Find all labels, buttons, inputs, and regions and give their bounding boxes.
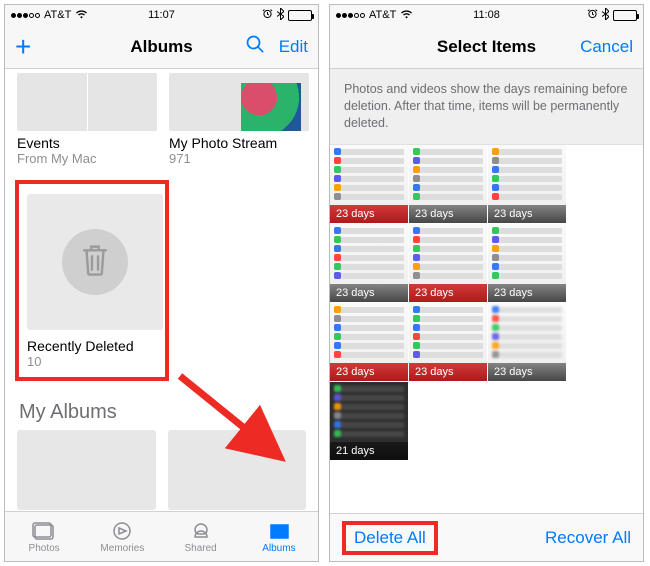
status-time: 11:07: [148, 9, 175, 21]
recover-all-button[interactable]: Recover All: [545, 528, 631, 548]
album-thumb: [17, 73, 157, 131]
my-albums-header: My Albums: [5, 391, 318, 430]
photo-cell[interactable]: 23 days: [488, 303, 566, 381]
carrier-label: AT&T: [44, 9, 71, 21]
wifi-icon: [75, 9, 88, 22]
my-albums-row: [5, 430, 318, 510]
tab-label: Memories: [100, 543, 144, 554]
days-remaining-label: 23 days: [409, 284, 487, 302]
days-remaining-label: 23 days: [330, 205, 408, 223]
tab-shared[interactable]: Shared: [162, 512, 240, 561]
days-remaining-label: 23 days: [409, 205, 487, 223]
photo-cell[interactable]: 23 days: [330, 303, 408, 381]
days-remaining-label: 23 days: [330, 363, 408, 381]
album-subtitle: From My Mac: [17, 151, 157, 166]
bluetooth-icon: [277, 8, 284, 23]
alarm-icon: [262, 8, 273, 22]
album-row-top: Events From My Mac My Photo Stream 971: [5, 69, 318, 174]
recently-deleted-thumb: [27, 194, 163, 330]
nav-bar: Select Items Cancel: [330, 25, 643, 69]
battery-icon: [613, 10, 637, 21]
status-bar: AT&T 11:07: [5, 5, 318, 25]
nav-bar: + Albums Edit: [5, 25, 318, 69]
cancel-button[interactable]: Cancel: [580, 37, 633, 57]
signal-dots-icon: [11, 13, 40, 18]
album-subtitle: 971: [169, 151, 309, 166]
recently-deleted-highlight: Recently Deleted 10: [15, 180, 169, 381]
days-remaining-label: 21 days: [330, 442, 408, 460]
photo-cell[interactable]: 23 days: [330, 224, 408, 302]
photo-cell[interactable]: 23 days: [409, 224, 487, 302]
album-events[interactable]: Events From My Mac: [17, 73, 157, 166]
recently-deleted-title: Recently Deleted: [27, 338, 157, 354]
add-album-button[interactable]: +: [15, 33, 31, 61]
delete-all-highlight: Delete All: [342, 521, 438, 555]
tab-label: Albums: [262, 543, 295, 554]
photo-cell[interactable]: 23 days: [488, 145, 566, 223]
album-placeholder[interactable]: [17, 430, 156, 510]
phone-select-items: AT&T 11:08 Select Items Cancel: [329, 4, 644, 562]
photo-cell[interactable]: 23 days: [409, 145, 487, 223]
alarm-icon: [587, 8, 598, 22]
photo-cell[interactable]: 23 days: [330, 145, 408, 223]
days-remaining-label: 23 days: [488, 363, 566, 381]
status-time: 11:08: [473, 9, 500, 21]
album-title: My Photo Stream: [169, 135, 309, 151]
tab-memories[interactable]: Memories: [83, 512, 161, 561]
status-bar: AT&T 11:08: [330, 5, 643, 25]
recently-deleted-count: 10: [27, 354, 157, 369]
days-remaining-label: 23 days: [488, 284, 566, 302]
tab-albums[interactable]: Albums: [240, 512, 318, 561]
delete-all-button[interactable]: Delete All: [354, 528, 426, 547]
photo-cell[interactable]: 23 days: [488, 224, 566, 302]
info-banner: Photos and videos show the days remainin…: [330, 69, 643, 145]
photo-cell[interactable]: 23 days: [409, 303, 487, 381]
album-photostream[interactable]: My Photo Stream 971: [169, 73, 309, 166]
tab-bar: Photos Memories Shared Albums: [5, 511, 318, 561]
album-thumb: [169, 73, 309, 131]
bottom-toolbar: Delete All Recover All: [330, 513, 643, 561]
nav-title: Albums: [130, 37, 192, 57]
search-button[interactable]: [245, 34, 265, 59]
tab-photos[interactable]: Photos: [5, 512, 83, 561]
carrier-label: AT&T: [369, 9, 396, 21]
edit-button[interactable]: Edit: [279, 37, 308, 57]
photo-grid: 23 days23 days23 days23 days23 days23 da…: [330, 145, 643, 460]
days-remaining-label: 23 days: [330, 284, 408, 302]
album-placeholder[interactable]: [168, 430, 307, 510]
days-remaining-label: 23 days: [409, 363, 487, 381]
bluetooth-icon: [602, 8, 609, 23]
nav-title: Select Items: [437, 37, 536, 57]
trash-icon: [80, 243, 110, 282]
tab-label: Shared: [185, 543, 217, 554]
signal-dots-icon: [336, 13, 365, 18]
photo-cell[interactable]: 21 days: [330, 382, 408, 460]
days-remaining-label: 23 days: [488, 205, 566, 223]
tab-label: Photos: [29, 543, 60, 554]
battery-icon: [288, 10, 312, 21]
phone-albums: AT&T 11:07 + Albums: [4, 4, 319, 562]
album-title: Events: [17, 135, 157, 151]
wifi-icon: [400, 9, 413, 22]
album-recently-deleted[interactable]: Recently Deleted 10: [27, 194, 157, 369]
